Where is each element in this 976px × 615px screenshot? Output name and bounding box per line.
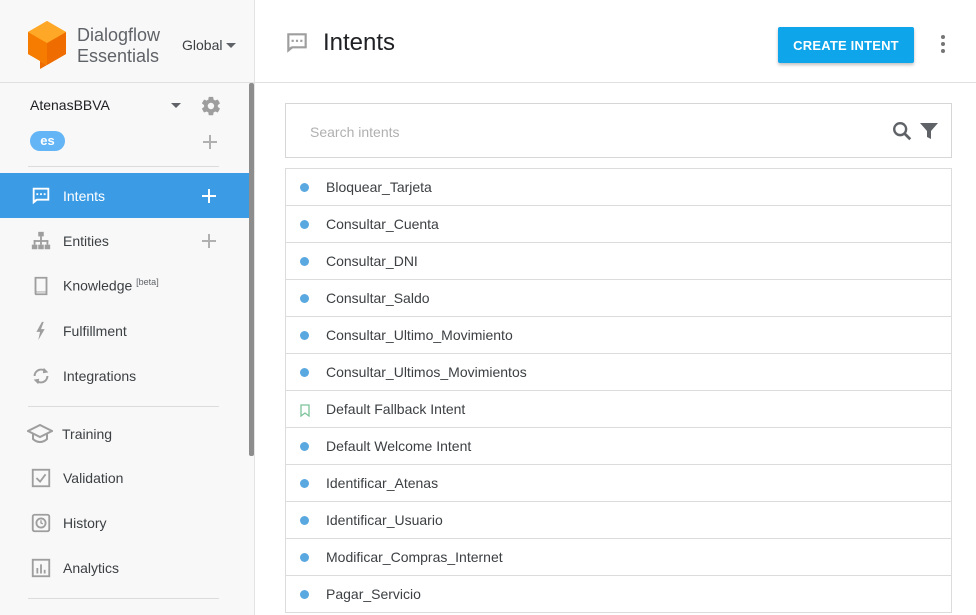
sidebar-item-label: Analytics xyxy=(63,559,120,576)
intent-row[interactable]: Consultar_Ultimos_Movimientos xyxy=(286,354,951,391)
sidebar-scrollbar[interactable] xyxy=(249,83,254,456)
sidebar-item-training[interactable]: Training xyxy=(0,411,249,456)
intent-label: Consultar_DNI xyxy=(326,253,418,269)
chat-bubble-icon xyxy=(287,33,307,53)
intent-row[interactable]: Consultar_Cuenta xyxy=(286,206,951,243)
brand-name-line1: Dialogflow xyxy=(77,25,161,45)
intent-status-dot xyxy=(300,257,309,266)
intent-row[interactable]: Consultar_Saldo xyxy=(286,280,951,317)
intent-label: Identificar_Atenas xyxy=(326,475,439,491)
sidebar-item-intents[interactable]: Intents xyxy=(0,173,249,218)
add-entity-icon[interactable] xyxy=(201,233,217,249)
intent-status-dot xyxy=(300,331,309,340)
intent-status-dot xyxy=(300,553,309,562)
intent-row[interactable]: Consultar_Ultimo_Movimiento xyxy=(286,317,951,354)
sidebar-item-label: History xyxy=(63,514,107,531)
clock-icon xyxy=(31,513,51,533)
search-bar xyxy=(285,103,952,158)
intent-status-dot xyxy=(300,516,309,525)
intent-row[interactable]: Default Fallback Intent xyxy=(286,391,951,428)
intent-list: Bloquear_Tarjeta Consultar_Cuenta Consulta… xyxy=(285,168,952,613)
intent-status-dot xyxy=(300,183,309,192)
intent-label: Consultar_Ultimo_Movimiento xyxy=(326,327,513,343)
filter-icon[interactable] xyxy=(919,121,939,141)
divider xyxy=(28,166,219,167)
gear-icon[interactable] xyxy=(200,95,222,117)
page-header: Intents CREATE INTENT xyxy=(255,0,976,83)
intent-label: Modificar_Compras_Internet xyxy=(326,549,503,565)
sidebar-item-validation[interactable]: Validation xyxy=(0,455,249,500)
intent-label: Consultar_Saldo xyxy=(326,290,430,306)
language-chip[interactable]: es xyxy=(30,131,65,151)
sidebar-item-label: Knowledge [beta] xyxy=(63,277,159,294)
intent-status-dot xyxy=(300,590,309,599)
sidebar-item-fulfillment[interactable]: Fulfillment xyxy=(0,308,249,353)
sidebar-item-history[interactable]: History xyxy=(0,500,249,545)
intent-status-dot xyxy=(300,294,309,303)
sidebar-item-label: Integrations xyxy=(63,367,137,384)
intent-status-dot xyxy=(300,479,309,488)
bar-chart-icon xyxy=(31,558,51,578)
sidebar-item-label: Entities xyxy=(63,232,109,249)
create-intent-button[interactable]: CREATE INTENT xyxy=(778,27,914,63)
intent-row[interactable]: Identificar_Usuario xyxy=(286,502,951,539)
intent-label: Default Fallback Intent xyxy=(326,401,466,417)
sitemap-icon xyxy=(31,231,51,250)
region-label: Global xyxy=(182,37,223,53)
page-title: Intents xyxy=(323,29,396,56)
intent-row[interactable]: Default Welcome Intent xyxy=(286,428,951,465)
lightning-bolt-icon xyxy=(36,321,45,341)
caret-down-icon xyxy=(226,42,237,48)
sidebar: Dialogflow Essentials Global AtenasBBVA … xyxy=(0,0,255,615)
divider xyxy=(28,598,219,599)
caret-down-icon xyxy=(171,103,181,108)
agent-name: AtenasBBVA xyxy=(30,97,110,113)
sidebar-item-integrations[interactable]: Integrations xyxy=(0,353,249,398)
add-intent-icon[interactable] xyxy=(201,188,217,204)
sidebar-item-label: Intents xyxy=(63,187,106,204)
intent-row[interactable]: Bloquear_Tarjeta xyxy=(286,169,951,206)
intent-row[interactable]: Consultar_DNI xyxy=(286,243,951,280)
sidebar-item-label: Training xyxy=(62,425,113,442)
region-selector[interactable]: Global xyxy=(182,37,237,53)
intent-row[interactable]: Pagar_Servicio xyxy=(286,576,951,613)
brand-header: Dialogflow Essentials Global xyxy=(0,0,254,83)
intent-status-dot xyxy=(300,220,309,229)
chat-bubble-icon xyxy=(32,187,50,205)
sidebar-item-knowledge[interactable]: Knowledge [beta] xyxy=(0,263,249,308)
intent-status-dot xyxy=(300,442,309,451)
more-options-icon[interactable] xyxy=(939,34,947,54)
sidebar-item-entities[interactable]: Entities xyxy=(0,218,249,263)
search-icon[interactable] xyxy=(891,120,913,142)
brand-name-line2: Essentials xyxy=(77,46,160,66)
intent-status-dot xyxy=(300,368,309,377)
sync-arrows-icon xyxy=(33,367,49,385)
sidebar-item-label: Fulfillment xyxy=(63,322,127,339)
agent-selector[interactable]: AtenasBBVA xyxy=(30,95,225,117)
brand-name: Dialogflow Essentials xyxy=(77,25,160,67)
bookmark-icon xyxy=(300,404,310,417)
intent-label: Default Welcome Intent xyxy=(326,438,472,454)
book-icon xyxy=(34,276,48,296)
search-input[interactable] xyxy=(310,122,870,142)
sidebar-item-label: Validation xyxy=(63,469,124,486)
dialogflow-logo-icon xyxy=(28,21,66,69)
graduation-cap-icon xyxy=(27,423,53,444)
beta-badge: [beta] xyxy=(136,277,159,288)
intent-row[interactable]: Identificar_Atenas xyxy=(286,465,951,502)
intent-label: Bloquear_Tarjeta xyxy=(326,179,432,195)
intent-label: Consultar_Cuenta xyxy=(326,216,439,232)
intent-label: Identificar_Usuario xyxy=(326,512,443,528)
add-language-icon[interactable] xyxy=(202,134,218,150)
knowledge-label: Knowledge xyxy=(63,277,133,294)
checkbox-icon xyxy=(31,468,51,488)
divider xyxy=(28,406,219,407)
intent-row[interactable]: Modificar_Compras_Internet xyxy=(286,539,951,576)
intent-label: Pagar_Servicio xyxy=(326,586,421,602)
sidebar-item-analytics[interactable]: Analytics xyxy=(0,545,249,590)
intent-label: Consultar_Ultimos_Movimientos xyxy=(326,364,527,380)
